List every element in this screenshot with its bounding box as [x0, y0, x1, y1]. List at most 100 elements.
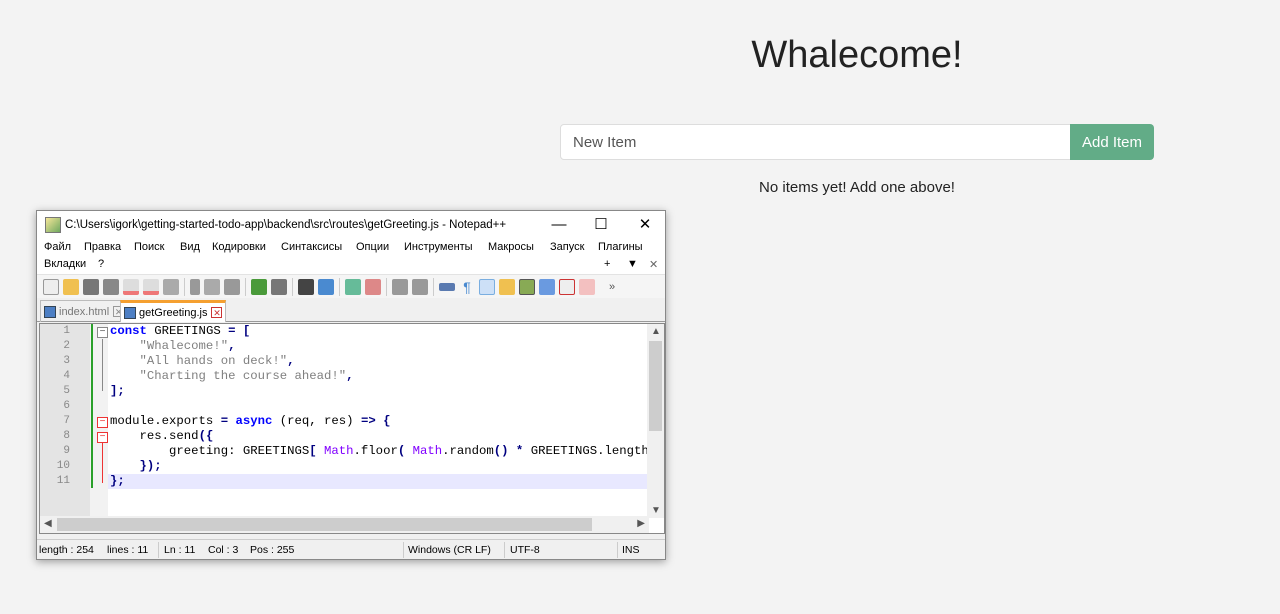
code-line: });: [110, 459, 162, 473]
scroll-left-icon[interactable]: ◀: [44, 518, 52, 529]
toolbar-separator: [245, 277, 246, 296]
new-item-input[interactable]: [560, 124, 1071, 160]
undo-icon[interactable]: [251, 278, 267, 295]
word-wrap-icon[interactable]: [439, 282, 455, 291]
fold-line: [102, 339, 103, 391]
menu-macro[interactable]: Макросы: [488, 241, 534, 253]
line-number: 1: [63, 325, 70, 337]
code-line: ];: [110, 384, 125, 398]
scroll-down-icon[interactable]: ▼: [651, 505, 661, 516]
new-file-icon[interactable]: [43, 278, 59, 295]
menu-view[interactable]: Вид: [180, 241, 200, 253]
status-bar: length : 254 lines : 11 Ln : 11 Col : 3 …: [37, 539, 665, 559]
save-icon[interactable]: [83, 278, 99, 295]
line-number: 8: [63, 430, 70, 442]
close-all-icon[interactable]: [143, 278, 159, 295]
menu-file[interactable]: Файл: [44, 241, 71, 253]
code-line: };: [110, 474, 125, 488]
find-icon[interactable]: [298, 278, 314, 295]
tab-getgreeting-js[interactable]: getGreeting.js ✕: [120, 300, 227, 322]
code-line: const GREETINGS = [: [110, 324, 251, 338]
indent-guide-icon[interactable]: [479, 278, 495, 295]
menu-language[interactable]: Синтаксисы: [281, 241, 342, 253]
code-editor[interactable]: 1 2 3 4 5 6 7 8 9 10 11 − − − const GREE…: [39, 323, 665, 534]
save-all-icon[interactable]: [103, 278, 119, 295]
menu-plugins[interactable]: Плагины: [598, 241, 643, 253]
scrollbar-thumb[interactable]: [649, 341, 662, 431]
zoom-out-icon[interactable]: [365, 278, 381, 295]
maximize-button[interactable]: ☐: [581, 211, 621, 238]
tab-label: getGreeting.js: [139, 306, 208, 319]
folder-workspace-icon[interactable]: [559, 278, 575, 295]
status-divider: [504, 542, 505, 558]
status-eol[interactable]: Windows (CR LF): [408, 544, 491, 556]
print-icon[interactable]: [163, 278, 179, 295]
menu-bar: Файл Правка Поиск Вид Кодировки Синтакси…: [37, 238, 665, 274]
toolbar-separator: [292, 277, 293, 296]
menu-edit[interactable]: Правка: [84, 241, 121, 253]
menu-tabs[interactable]: Вкладки: [44, 258, 86, 270]
add-item-button[interactable]: Add Item: [1070, 124, 1154, 160]
file-saved-icon: [44, 305, 56, 318]
fold-line: [102, 443, 103, 483]
tab-close-icon[interactable]: ✕: [211, 307, 223, 318]
new-tab-button[interactable]: +: [604, 258, 610, 270]
line-number: 4: [63, 370, 70, 382]
replace-icon[interactable]: [318, 278, 334, 295]
redo-icon[interactable]: [271, 278, 287, 295]
open-file-icon[interactable]: [63, 278, 79, 295]
status-position: Pos : 255: [250, 544, 295, 556]
page-title: Whalecome!: [751, 34, 963, 76]
line-number: 11: [56, 475, 70, 487]
code-line: "Whalecome!",: [110, 339, 236, 353]
toolbar-separator: [339, 277, 340, 296]
code-line: module.exports = async (req, res) => {: [110, 414, 391, 428]
horizontal-scrollbar[interactable]: ◀ ▶: [40, 516, 649, 533]
scrollbar-thumb[interactable]: [57, 518, 592, 531]
sync-horizontal-icon[interactable]: [412, 278, 428, 295]
tab-list-button[interactable]: ▼: [627, 258, 638, 270]
monitoring-icon[interactable]: [579, 278, 595, 295]
status-lines: lines : 11: [107, 544, 149, 556]
cut-icon[interactable]: [190, 278, 200, 295]
file-saved-icon: [124, 306, 136, 319]
toolbar-separator: [386, 277, 387, 296]
status-column: Col : 3: [208, 544, 239, 556]
title-bar[interactable]: C:\Users\igork\getting-started-todo-app\…: [37, 211, 665, 238]
status-insert-mode[interactable]: INS: [622, 544, 640, 556]
line-number: 2: [63, 340, 70, 352]
function-list-icon[interactable]: [539, 278, 555, 295]
fold-toggle-icon[interactable]: −: [97, 417, 108, 428]
doc-map-icon[interactable]: [519, 278, 535, 295]
menu-tools[interactable]: Инструменты: [404, 241, 473, 253]
sync-vertical-icon[interactable]: [392, 278, 408, 295]
close-icon[interactable]: [123, 278, 139, 295]
menu-help[interactable]: ?: [98, 258, 104, 270]
menu-search[interactable]: Поиск: [134, 241, 164, 253]
zoom-in-icon[interactable]: [345, 278, 361, 295]
scroll-up-icon[interactable]: ▲: [651, 326, 661, 337]
menu-settings[interactable]: Опции: [356, 241, 389, 253]
line-number: 10: [56, 460, 70, 472]
fold-toggle-icon[interactable]: −: [97, 327, 108, 338]
minimize-button[interactable]: —: [539, 211, 579, 238]
empty-message: No items yet! Add one above!: [759, 179, 955, 196]
udl-icon[interactable]: [499, 278, 515, 295]
copy-icon[interactable]: [204, 278, 220, 295]
tab-index-html[interactable]: index.html ✕: [40, 300, 129, 322]
close-tab-button[interactable]: ✕: [649, 258, 658, 271]
status-encoding[interactable]: UTF-8: [510, 544, 540, 556]
toolbar-overflow-icon[interactable]: »: [609, 281, 615, 293]
close-button[interactable]: ✕: [625, 211, 665, 238]
show-all-chars-icon[interactable]: ¶: [459, 279, 475, 295]
line-number: 9: [63, 445, 70, 457]
menu-run[interactable]: Запуск: [550, 241, 584, 253]
code-line: res.send({: [110, 429, 214, 443]
notepadpp-window: C:\Users\igork\getting-started-todo-app\…: [36, 210, 666, 560]
menu-encoding[interactable]: Кодировки: [212, 241, 266, 253]
change-history-bar: [91, 324, 93, 488]
fold-toggle-icon[interactable]: −: [97, 432, 108, 443]
scroll-right-icon[interactable]: ▶: [637, 518, 645, 529]
paste-icon[interactable]: [224, 278, 240, 295]
vertical-scrollbar[interactable]: ▲ ▼: [647, 324, 664, 518]
